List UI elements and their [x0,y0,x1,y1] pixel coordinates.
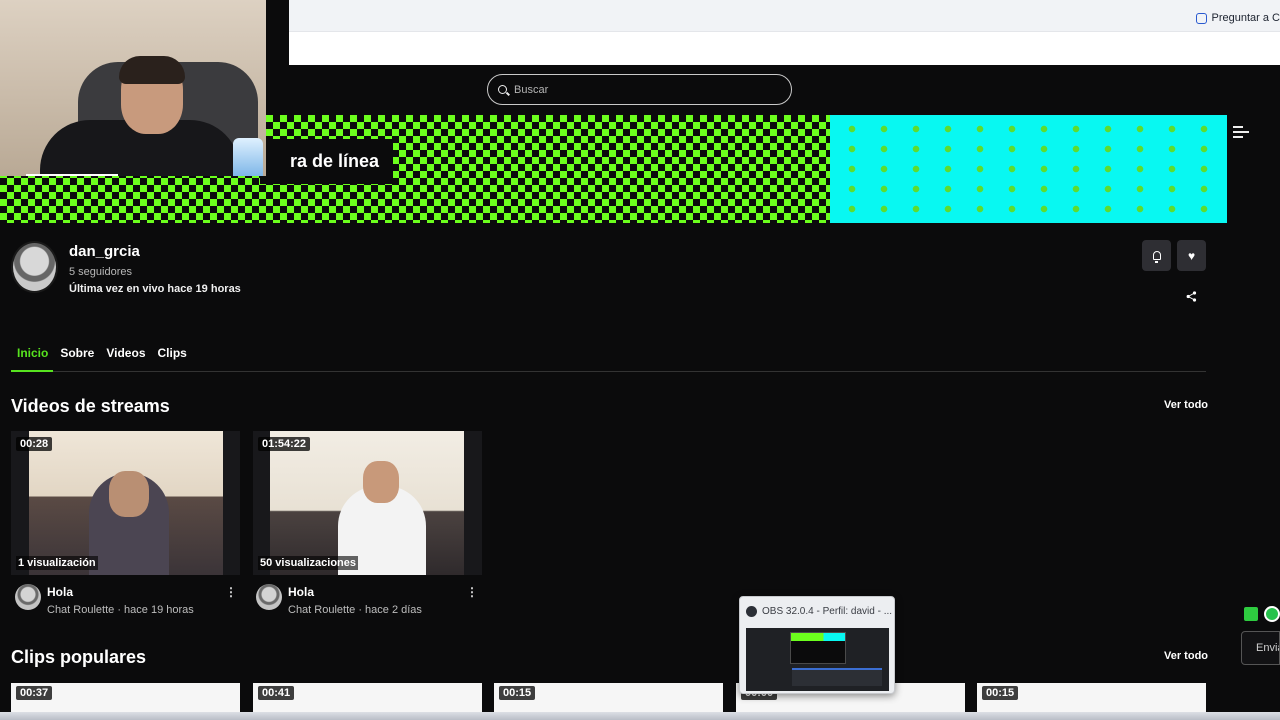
chat-user-icon[interactable] [1264,606,1280,622]
clip-duration: 00:15 [499,686,536,700]
ask-assistant-label: Preguntar a C [1211,12,1280,24]
video-duration: 00:28 [16,437,53,451]
video-views: 1 visualización [16,556,98,570]
video-time: hace 2 días [365,604,422,616]
obs-taskbar-preview[interactable]: OBS 32.0.4 - Perfil: david - ... [739,596,895,694]
video-title[interactable]: Hola [288,585,314,599]
bell-icon [1152,251,1161,263]
video-time: hace 19 horas [124,604,194,616]
clip-duration: 00:41 [258,686,295,700]
chat-send-button[interactable]: Envia [1241,631,1280,665]
tabs-divider [11,371,1206,372]
tab-inicio[interactable]: Inicio [11,344,54,371]
obs-window-title: OBS 32.0.4 - Perfil: david - ... [762,606,893,617]
search-box[interactable] [487,74,792,105]
video-views: 50 visualizaciones [258,556,358,570]
ask-assistant-button[interactable]: Preguntar a C [1190,8,1280,28]
video-category[interactable]: Chat Roulette [47,604,114,616]
heart-icon: ♥ [1187,248,1196,263]
clips-section-title: Clips populares [11,647,147,667]
tab-clips[interactable]: Clips [152,344,193,371]
clip-duration: 00:15 [982,686,1019,700]
video-thumbnail[interactable]: 01:54:22 50 visualizaciones [253,431,482,575]
clip-duration: 00:37 [16,686,53,700]
video-title[interactable]: Hola [47,585,73,599]
video-meta: Chat Roulette · hace 19 horas [47,604,194,616]
channel-avatar[interactable] [11,241,58,293]
videos-see-all-link[interactable]: Ver todo [1164,399,1208,411]
video-category[interactable]: Chat Roulette [288,604,355,616]
channel-name: dan_grcia [69,243,140,260]
follow-button[interactable]: ♥ [1177,240,1206,271]
search-input[interactable] [514,83,754,96]
obs-window-thumbnail [746,628,889,691]
tab-videos[interactable]: Videos [100,344,151,371]
video-author-avatar[interactable] [256,584,282,610]
tab-sobre[interactable]: Sobre [54,344,100,371]
assistant-icon [1195,12,1207,24]
collapse-sidebar-icon[interactable] [1233,126,1249,138]
video-author-avatar[interactable] [15,584,41,610]
notifications-button[interactable] [1142,240,1171,271]
video-options-kebab-icon[interactable]: ⋮ [466,586,478,598]
clips-see-all-link[interactable]: Ver todo [1164,650,1208,662]
clip-thumbnail[interactable]: 00:37 [11,683,240,713]
last-live-status: Última vez en vivo hace 19 horas [69,283,241,295]
videos-section-title: Videos de streams [11,396,170,416]
webcam-overlay [0,0,266,176]
video-options-kebab-icon[interactable]: ⋮ [225,586,237,598]
search-icon [498,85,507,94]
banner-cyan-pattern [830,115,1227,223]
webcam-overlay-edge [266,0,289,65]
channel-tabs: Inicio Sobre Videos Clips [11,344,193,371]
obs-icon [746,606,757,617]
os-taskbar [0,712,1280,720]
active-tab-indicator [11,370,53,372]
clip-thumbnail[interactable]: 00:41 [253,683,482,713]
offline-label: ra de línea [260,139,394,184]
chat-emote-icon[interactable] [1244,607,1258,621]
video-thumbnail[interactable]: 00:28 1 visualización [11,431,240,575]
share-icon[interactable] [1186,291,1197,302]
video-duration: 01:54:22 [258,437,311,451]
video-meta: Chat Roulette · hace 2 días [288,604,422,616]
clip-thumbnail[interactable]: 00:15 [977,683,1206,713]
follower-count: 5 seguidores [69,266,132,278]
clip-thumbnail[interactable]: 00:15 [494,683,723,713]
